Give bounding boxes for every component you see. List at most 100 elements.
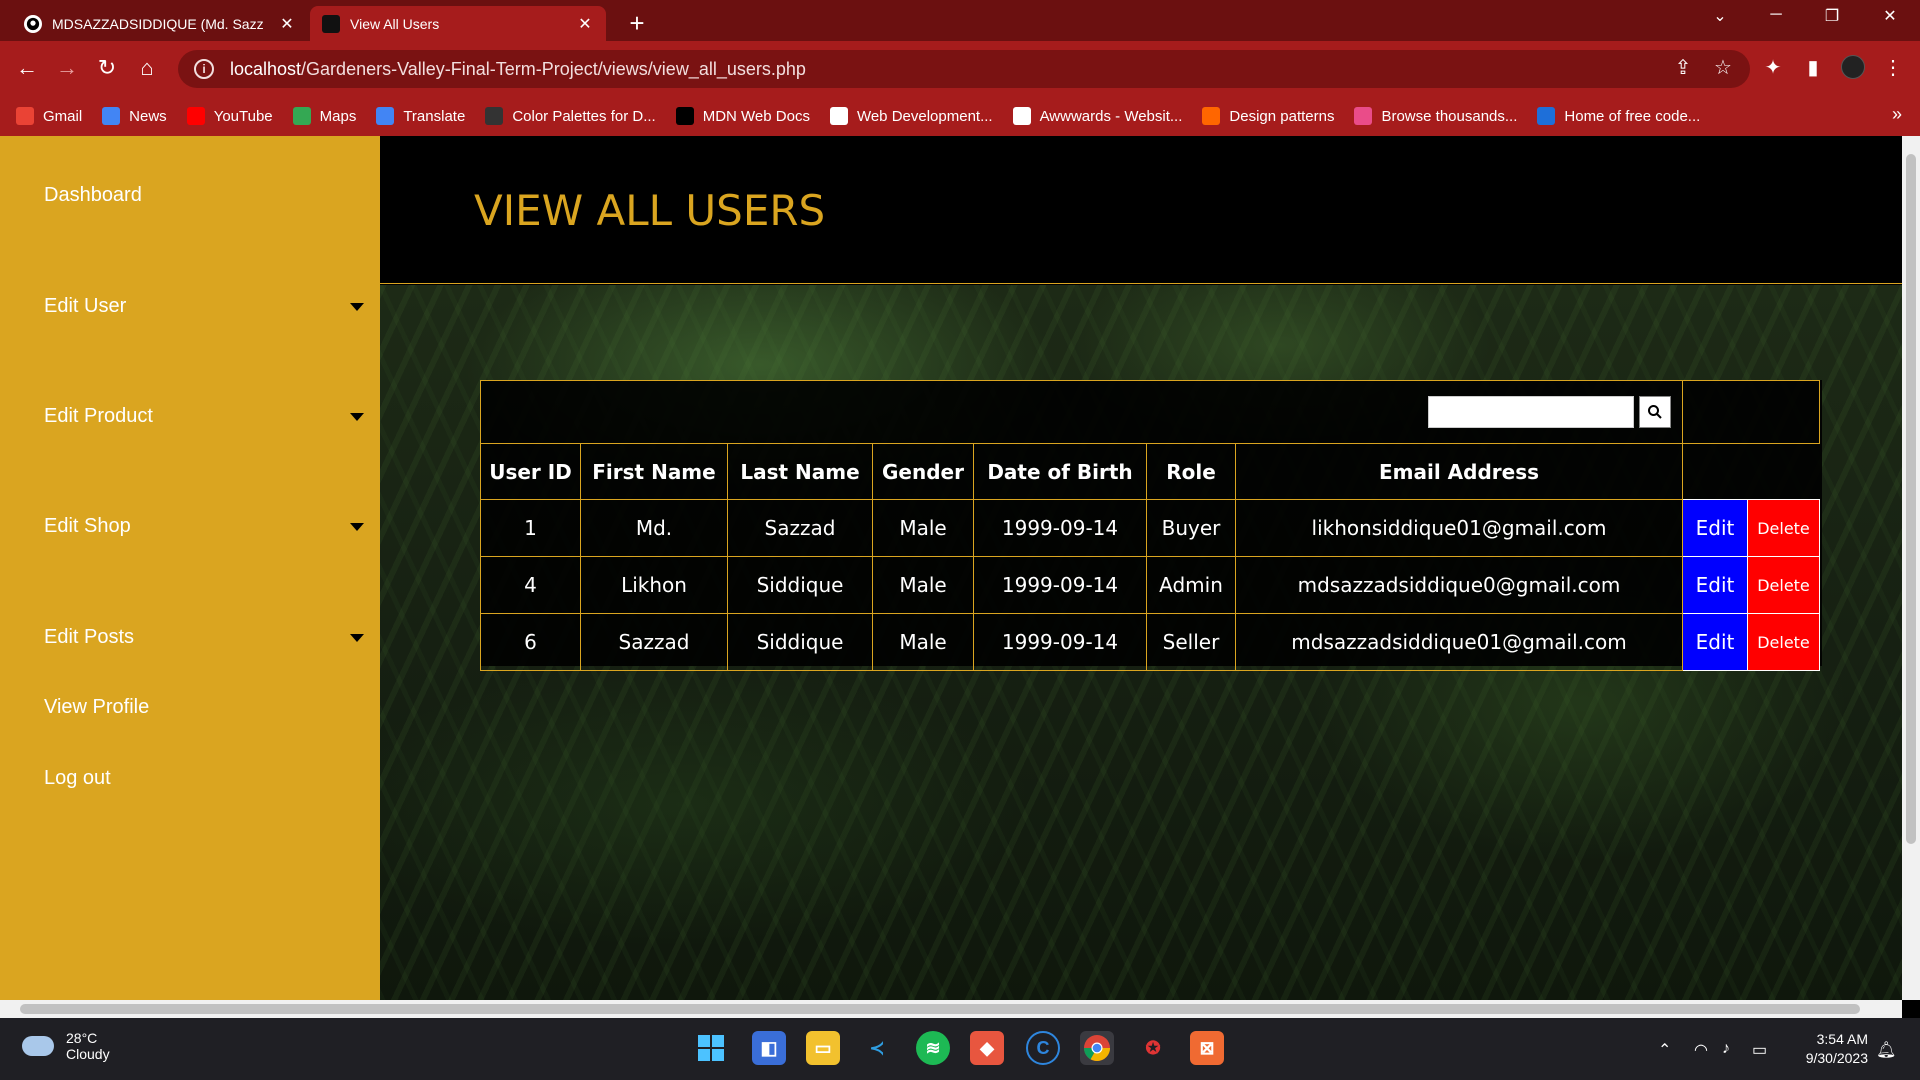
notifications-icon[interactable]: 🔔︎: [1876, 1040, 1896, 1060]
edit-button[interactable]: Edit: [1683, 500, 1747, 556]
more-bookmarks-icon[interactable]: »: [1892, 104, 1902, 125]
forward-icon[interactable]: →: [52, 55, 82, 81]
users-table: User ID First Name Last Name Gender Date…: [480, 380, 1820, 671]
bookmark-news[interactable]: News: [102, 107, 167, 125]
close-icon[interactable]: ✕: [576, 14, 594, 34]
palette-icon: [485, 107, 504, 125]
edit-cell: Edit: [1682, 556, 1748, 614]
weather-temp: 28°C: [66, 1030, 98, 1046]
bookmark-mdn[interactable]: MDN Web Docs: [675, 107, 810, 125]
chrome-icon[interactable]: [1080, 1031, 1114, 1065]
bookmark-bootstrap[interactable]: Home of free code...: [1537, 107, 1700, 125]
vertical-scrollbar[interactable]: [1902, 136, 1920, 1000]
sidebar-item-dashboard[interactable]: Dashboard: [44, 184, 364, 207]
search-input[interactable]: [1428, 396, 1634, 428]
bookmark-maps[interactable]: Maps: [292, 107, 356, 125]
sidebar-item-view-profile[interactable]: View Profile: [44, 696, 364, 719]
spotify-icon[interactable]: ≋: [916, 1031, 950, 1065]
bookmark-translate[interactable]: Translate: [376, 107, 465, 125]
content-area: User ID First Name Last Name Gender Date…: [380, 285, 1902, 1000]
caret-down-icon: [350, 303, 364, 311]
edit-cell: Edit: [1682, 613, 1748, 671]
bookmark-label: MDN Web Docs: [702, 107, 810, 125]
side-panel-icon[interactable]: ▮: [1798, 55, 1828, 80]
sidebar-item-edit-posts[interactable]: Edit Posts: [44, 626, 364, 649]
cell-role: Seller: [1146, 613, 1236, 671]
edit-button[interactable]: Edit: [1683, 614, 1747, 670]
scrollbar-thumb[interactable]: [1906, 154, 1916, 844]
windows-start-icon[interactable]: [694, 1031, 728, 1065]
cell-first-name: Md.: [580, 499, 728, 557]
search-button[interactable]: [1639, 396, 1671, 428]
column-header: Email Address: [1235, 443, 1683, 500]
weather-widget[interactable]: 28°C Cloudy: [22, 1030, 110, 1062]
xampp-icon[interactable]: ⊠: [1190, 1031, 1224, 1065]
sidebar-item-label: Edit Posts: [44, 626, 135, 648]
home-icon[interactable]: ⌂: [132, 55, 162, 81]
dribbble-icon: [1354, 107, 1373, 125]
volume-icon[interactable]: ♪: [1722, 1040, 1730, 1058]
vscode-icon[interactable]: ≺: [860, 1031, 894, 1065]
spacer-cell: [1683, 444, 1820, 500]
extensions-icon[interactable]: ✦: [1758, 55, 1788, 80]
horizontal-scrollbar[interactable]: [0, 1000, 1902, 1018]
cell-first-name: Likhon: [580, 556, 728, 614]
bookmark-label: News: [129, 107, 167, 125]
info-icon[interactable]: i: [194, 59, 214, 79]
menu-icon[interactable]: ⋮: [1878, 55, 1908, 80]
delete-button[interactable]: Delete: [1748, 500, 1819, 556]
address-bar[interactable]: i localhost/Gardeners-Valley-Final-Term-…: [178, 50, 1750, 88]
bookmark-webdev[interactable]: Web Development...: [829, 107, 993, 125]
sidebar-item-edit-product[interactable]: Edit Product: [44, 405, 364, 428]
git-icon[interactable]: ◆: [970, 1031, 1004, 1065]
cell-email: mdsazzadsiddique0@gmail.com: [1235, 556, 1683, 614]
back-icon[interactable]: ←: [12, 55, 42, 81]
bookmark-ui[interactable]: Design patterns: [1202, 107, 1334, 125]
restore-icon[interactable]: ❐: [1812, 6, 1852, 26]
column-header: Last Name: [727, 443, 873, 500]
star-icon[interactable]: ☆: [1708, 55, 1738, 80]
clock-date: 9/30/2023: [1805, 1050, 1868, 1066]
bookmark-youtube[interactable]: YouTube: [186, 107, 273, 125]
new-tab-button[interactable]: +: [622, 8, 652, 39]
cell-last-name: Sazzad: [727, 499, 873, 557]
tab-github[interactable]: MDSAZZADSIDDIQUE (Md. Sazz ✕: [12, 6, 308, 41]
minimize-icon[interactable]: ─: [1756, 6, 1796, 24]
chevron-up-icon[interactable]: ⌃: [1658, 1040, 1671, 1060]
battery-icon[interactable]: ▭: [1752, 1040, 1767, 1060]
cell-user-id: 4: [480, 556, 581, 614]
delete-button[interactable]: Delete: [1748, 557, 1819, 613]
avatar[interactable]: [1838, 55, 1868, 85]
close-window-icon[interactable]: ✕: [1870, 6, 1910, 26]
share-icon[interactable]: ⇪: [1668, 55, 1698, 80]
red-app-icon[interactable]: ✪: [1136, 1031, 1170, 1065]
sidebar-item-log-out[interactable]: Log out: [44, 767, 364, 790]
web-page: Dashboard Edit User Edit Product Edit Sh…: [0, 136, 1902, 1000]
close-icon[interactable]: ✕: [278, 14, 296, 34]
delete-button[interactable]: Delete: [1748, 614, 1819, 670]
edit-button[interactable]: Edit: [1683, 557, 1747, 613]
bookmark-awwwards[interactable]: Awwwards - Websit...: [1012, 107, 1182, 125]
c-app-icon[interactable]: C: [1026, 1031, 1060, 1065]
sidebar-item-label: Edit Shop: [44, 515, 131, 537]
tab-view-all-users[interactable]: View All Users ✕: [310, 6, 606, 41]
bookmark-gmail[interactable]: Gmail: [16, 107, 82, 125]
delete-cell: Delete: [1747, 613, 1820, 671]
tab-search-icon[interactable]: ⌄: [1700, 6, 1740, 26]
wifi-icon[interactable]: ◠: [1694, 1040, 1708, 1060]
widgets-icon[interactable]: ◧: [752, 1031, 786, 1065]
caret-down-icon: [350, 634, 364, 642]
clock-time: 3:54 AM: [1816, 1031, 1868, 1047]
sidebar-item-edit-shop[interactable]: Edit Shop: [44, 515, 364, 538]
cell-user-id: 1: [480, 499, 581, 557]
bookmark-palette[interactable]: Color Palettes for D...: [485, 107, 656, 125]
file-explorer-icon[interactable]: ▭: [806, 1031, 840, 1065]
reload-icon[interactable]: ↻: [92, 55, 122, 81]
sidebar-item-edit-user[interactable]: Edit User: [44, 295, 364, 318]
system-clock[interactable]: 3:54 AM 9/30/2023: [1806, 1030, 1868, 1068]
browser-tab-strip: MDSAZZADSIDDIQUE (Md. Sazz ✕ View All Us…: [0, 0, 1920, 41]
bookmark-dribbble[interactable]: Browse thousands...: [1354, 107, 1517, 125]
gmail-icon: [16, 107, 34, 125]
scrollbar-thumb[interactable]: [20, 1004, 1860, 1014]
tab-title: View All Users: [350, 15, 440, 32]
